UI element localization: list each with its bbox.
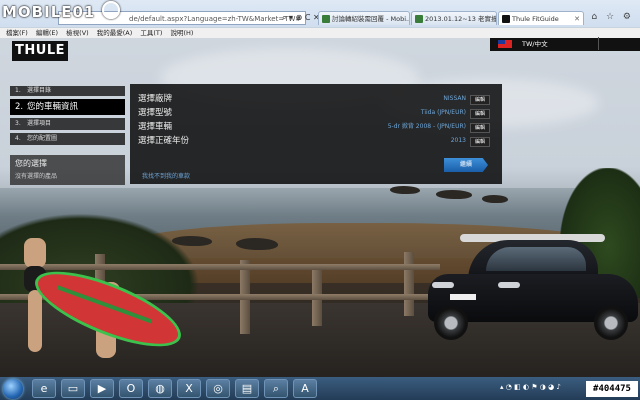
headlight bbox=[498, 282, 520, 288]
watermark-eye-icon bbox=[101, 1, 120, 19]
step-select-catalog[interactable]: 1. 選擇目錄 bbox=[10, 86, 125, 96]
tab-label: 2013.01.12~13 老實撞爛... bbox=[425, 15, 497, 23]
edit-model-button[interactable]: 編輯 bbox=[470, 109, 490, 119]
outlook-icon[interactable]: O bbox=[119, 379, 143, 398]
license-plate bbox=[450, 294, 476, 300]
windows-start-button[interactable] bbox=[3, 379, 23, 399]
taiwan-flag-icon bbox=[498, 40, 512, 48]
brand-value[interactable]: NISSAN bbox=[443, 92, 466, 106]
watermark-id: #404475 bbox=[586, 381, 638, 397]
tab-mobile01[interactable]: 討論轉紹裝需回覆 - Mobi... bbox=[318, 11, 410, 25]
edit-brand-button[interactable]: 編輯 bbox=[470, 95, 490, 105]
mobile01-watermark: MOBILE01 bbox=[2, 1, 120, 21]
year-value[interactable]: 2013 bbox=[451, 134, 466, 148]
menu-tools[interactable]: 工具(T) bbox=[140, 29, 162, 37]
headlight bbox=[432, 282, 454, 288]
rock bbox=[436, 190, 472, 199]
menu-edit[interactable]: 編輯(E) bbox=[36, 29, 58, 37]
thule-favicon-icon bbox=[502, 15, 510, 23]
child-legs bbox=[28, 290, 42, 352]
menu-file[interactable]: 檔案(F) bbox=[6, 29, 28, 37]
excel-icon[interactable]: X bbox=[177, 379, 201, 398]
front-wheel bbox=[434, 306, 468, 340]
edit-vehicle-button[interactable]: 編輯 bbox=[470, 123, 490, 133]
step-configuration[interactable]: 4. 您的配置圖 bbox=[10, 133, 125, 145]
site-favicon-icon bbox=[322, 15, 330, 23]
rock bbox=[236, 238, 278, 250]
tab-thule-fitguide[interactable]: Thule FitGuide ✕ bbox=[498, 11, 584, 25]
close-tab-icon[interactable]: ✕ bbox=[574, 12, 580, 25]
system-tray-icons[interactable]: ▴ ◔ ◧ ◐ ⚑ ◑ ◕ ♪ bbox=[500, 383, 561, 391]
rear-wheel bbox=[594, 306, 628, 340]
child-head-torso bbox=[24, 238, 46, 268]
step-select-items[interactable]: 3. 選擇項目 bbox=[10, 118, 125, 130]
step-vehicle-info[interactable]: 2. 您的車輛資訊 bbox=[10, 99, 125, 115]
language-bar bbox=[490, 38, 640, 51]
your-choice-heading: 您的選擇 bbox=[15, 159, 47, 168]
tab-label: 討論轉紹裝需回覆 - Mobi... bbox=[332, 15, 410, 23]
vehicle-row-year: 選擇正確年份 2013 編輯 bbox=[138, 134, 494, 148]
your-choice-box: 您的選擇 沒有選擇的產品 bbox=[10, 155, 125, 185]
fence-rail bbox=[0, 264, 440, 270]
tab-mobile01-2[interactable]: 2013.01.12~13 老實撞爛... bbox=[411, 11, 497, 25]
vehicle-value[interactable]: 5-dr 掀背 2008 - (JPN/EUR) bbox=[388, 120, 466, 134]
car-window bbox=[486, 247, 586, 271]
divider bbox=[598, 37, 599, 50]
continue-button[interactable]: 繼續 bbox=[444, 158, 488, 172]
rock bbox=[390, 186, 420, 194]
menu-favorites[interactable]: 我的最愛(A) bbox=[97, 29, 133, 37]
globe-icon[interactable]: ◍ bbox=[148, 379, 172, 398]
media-player-icon[interactable]: ▶ bbox=[90, 379, 114, 398]
your-choice-empty: 沒有選擇的產品 bbox=[15, 173, 58, 180]
edit-year-button[interactable]: 編輯 bbox=[470, 137, 490, 147]
rock bbox=[482, 195, 508, 203]
language-selector[interactable]: TW/中文 bbox=[522, 39, 548, 49]
search-icon[interactable]: ⌕ bbox=[264, 379, 288, 398]
browser-chrome: de/default.aspx?Language=zh-TW&Market=TW… bbox=[0, 0, 640, 39]
menu-view[interactable]: 檢視(V) bbox=[66, 29, 89, 37]
model-value[interactable]: Tiida (JPN/EUR) bbox=[421, 106, 466, 120]
address-bar-url: de/default.aspx?Language=zh-TW&Market=TW… bbox=[129, 15, 302, 23]
pdf-icon[interactable]: A bbox=[293, 379, 317, 398]
tab-label: Thule FitGuide bbox=[512, 15, 559, 23]
cant-find-car-link[interactable]: 我找不到我的車款 bbox=[142, 171, 190, 180]
chrome-icon[interactable]: ◎ bbox=[206, 379, 230, 398]
address-bar-controls[interactable]: ⌕ ▾ ⊗ C ✕ bbox=[282, 13, 320, 23]
site-favicon-icon bbox=[415, 15, 423, 23]
black-sedan bbox=[428, 234, 638, 340]
vehicle-row-model: 選擇型號 Tiida (JPN/EUR) 編輯 bbox=[138, 106, 494, 120]
vehicle-row-vehicle: 選擇車輛 5-dr 掀背 2008 - (JPN/EUR) 編輯 bbox=[138, 120, 494, 134]
folder-icon[interactable]: ▭ bbox=[61, 379, 85, 398]
thule-logo[interactable]: THULE bbox=[12, 41, 68, 61]
vehicle-row-brand: 選擇廠牌 NISSAN 編輯 bbox=[138, 92, 494, 106]
browser-toolbar-icons[interactable]: ⌂ ☆ ⚙ bbox=[591, 12, 634, 22]
winrar-icon[interactable]: ▤ bbox=[235, 379, 259, 398]
menu-help[interactable]: 說明(H) bbox=[171, 29, 194, 37]
ie-icon[interactable]: e bbox=[32, 379, 56, 398]
fence-post bbox=[404, 252, 414, 316]
